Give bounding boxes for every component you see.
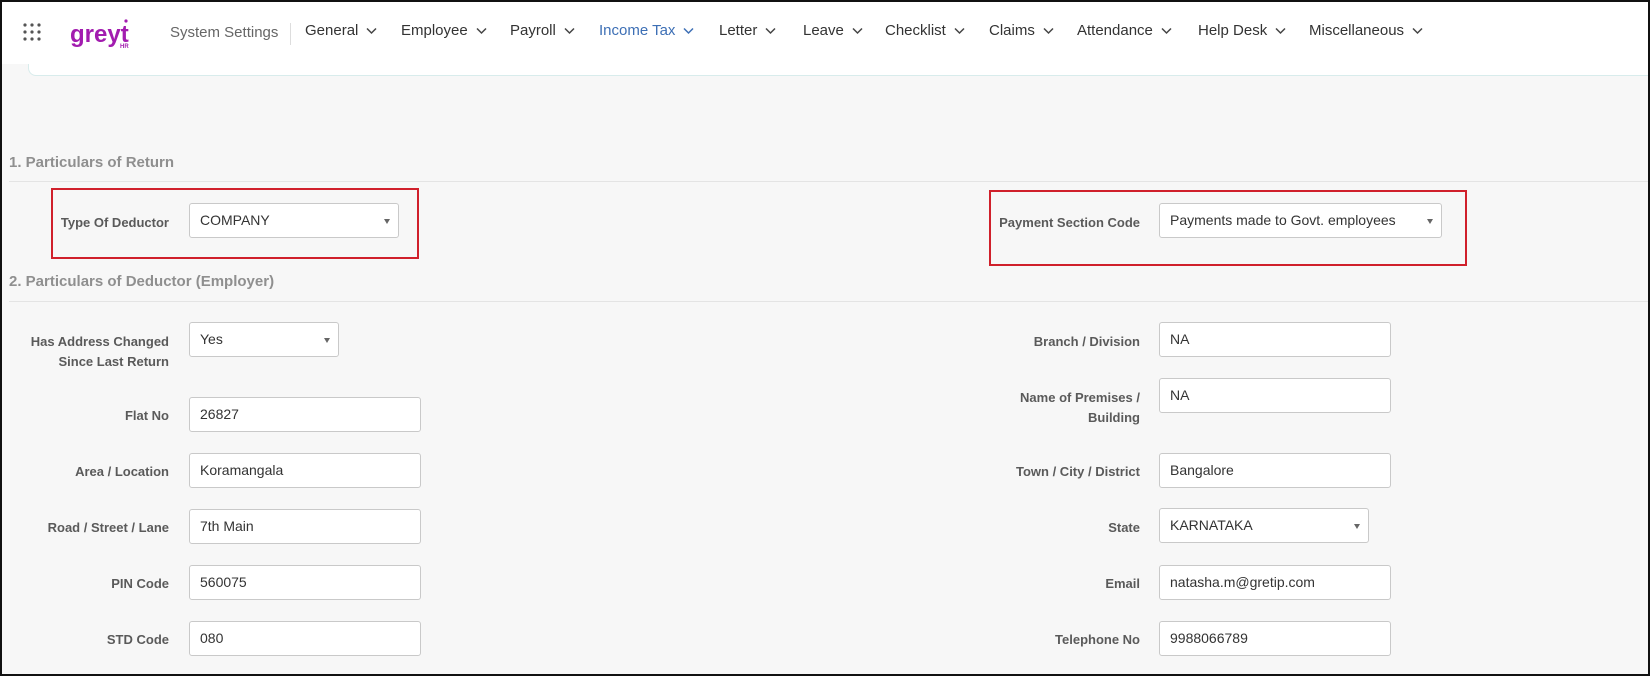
svg-text:HR: HR — [120, 44, 129, 50]
system-settings-label: System Settings — [170, 23, 292, 45]
filter-panel-edge — [28, 64, 1648, 76]
nav-label: General — [305, 22, 359, 39]
flat-no-input[interactable]: 26827 — [189, 397, 421, 432]
nav-general[interactable]: General — [305, 22, 377, 39]
nav-label: Employee — [401, 22, 468, 39]
name-of-premises-input[interactable]: NA — [1159, 378, 1391, 413]
road-street-lane-label: Road / Street / Lane — [47, 520, 169, 535]
chevron-down-icon — [366, 27, 377, 34]
top-navigation-bar: greyt HR System Settings General Employe… — [2, 2, 1648, 64]
chevron-down-icon — [954, 27, 965, 34]
state-select[interactable]: KARNATAKA — [1159, 508, 1369, 543]
selected-value: KARNATAKA — [1170, 517, 1253, 533]
selected-value: Yes — [200, 331, 223, 347]
nav-label: Leave — [803, 22, 844, 39]
payment-section-code-select[interactable]: Payments made to Govt. employees — [1159, 203, 1442, 238]
section-title-particulars-of-deductor: 2. Particulars of Deductor (Employer) — [9, 273, 275, 290]
payment-section-code-label: Payment Section Code — [999, 215, 1140, 230]
chevron-down-icon — [765, 27, 776, 34]
chevron-down-icon — [564, 27, 575, 34]
nav-checklist[interactable]: Checklist — [885, 22, 965, 39]
has-address-changed-select[interactable]: Yes — [189, 322, 339, 357]
nav-claims[interactable]: Claims — [989, 22, 1054, 39]
dropdown-caret-icon — [1354, 524, 1360, 529]
chevron-down-icon — [476, 27, 487, 34]
town-city-district-label: Town / City / District — [1016, 464, 1140, 479]
pin-code-input[interactable]: 560075 — [189, 565, 421, 600]
nav-miscellaneous[interactable]: Miscellaneous — [1309, 22, 1423, 39]
area-location-label: Area / Location — [75, 464, 169, 479]
nav-label: Miscellaneous — [1309, 22, 1405, 39]
town-city-district-input[interactable]: Bangalore — [1159, 453, 1391, 488]
dropdown-caret-icon — [324, 338, 330, 343]
std-code-input[interactable]: 080 — [189, 621, 421, 656]
pin-code-label: PIN Code — [111, 576, 169, 591]
has-address-changed-label: Has Address Changed Since Last Return — [30, 334, 169, 369]
section-divider — [9, 181, 1648, 182]
selected-value: Payments made to Govt. employees — [1170, 212, 1396, 228]
branch-division-input[interactable]: NA — [1159, 322, 1391, 357]
app-window: greyt HR System Settings General Employe… — [0, 0, 1650, 676]
nav-label: Income Tax — [599, 22, 676, 39]
chevron-down-icon — [1043, 27, 1054, 34]
chevron-down-icon — [683, 27, 694, 34]
nav-label: Claims — [989, 22, 1035, 39]
nav-attendance[interactable]: Attendance — [1077, 22, 1172, 39]
nav-employee[interactable]: Employee — [401, 22, 487, 39]
area-location-input[interactable]: Koramangala — [189, 453, 421, 488]
section-title-particulars-of-return: 1. Particulars of Return — [9, 154, 175, 171]
dropdown-caret-icon — [1427, 219, 1433, 224]
section-divider — [9, 301, 1648, 302]
type-of-deductor-select[interactable]: COMPANY — [189, 203, 399, 238]
email-input[interactable]: natasha.m@gretip.com — [1159, 565, 1391, 600]
nav-help-desk[interactable]: Help Desk — [1198, 22, 1286, 39]
flat-no-label: Flat No — [124, 408, 169, 423]
email-label: Email — [1105, 576, 1140, 591]
greythr-logo[interactable]: greyt HR — [70, 16, 134, 50]
branch-division-label: Branch / Division — [1033, 334, 1140, 349]
nav-label: Payroll — [510, 22, 556, 39]
selected-value: COMPANY — [200, 212, 270, 228]
telephone-no-label: Telephone No — [1055, 632, 1140, 647]
state-label: State — [1108, 520, 1140, 535]
nav-leave[interactable]: Leave — [803, 22, 863, 39]
nav-label: Attendance — [1077, 22, 1153, 39]
nav-label: Letter — [719, 22, 758, 39]
name-of-premises-label: Name of Premises / Building — [1020, 390, 1140, 425]
chevron-down-icon — [1161, 27, 1172, 34]
telephone-no-input[interactable]: 9988066789 — [1159, 621, 1391, 656]
nav-payroll[interactable]: Payroll — [510, 22, 575, 39]
dropdown-caret-icon — [384, 219, 390, 224]
nav-letter[interactable]: Letter — [719, 22, 776, 39]
chevron-down-icon — [852, 27, 863, 34]
chevron-down-icon — [1412, 27, 1423, 34]
type-of-deductor-label: Type Of Deductor — [60, 215, 169, 230]
std-code-label: STD Code — [106, 632, 169, 647]
apps-grid-icon[interactable] — [22, 22, 42, 42]
chevron-down-icon — [1275, 27, 1286, 34]
nav-label: Checklist — [885, 22, 946, 39]
nav-income-tax[interactable]: Income Tax — [599, 22, 694, 39]
nav-label: Help Desk — [1198, 22, 1268, 39]
road-street-lane-input[interactable]: 7th Main — [189, 509, 421, 544]
